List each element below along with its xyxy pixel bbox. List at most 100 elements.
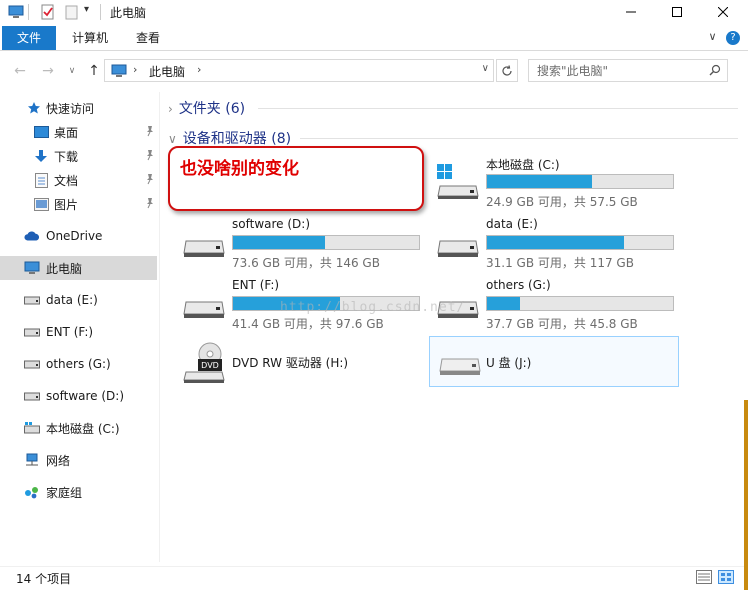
sidebar-item-drive-e[interactable]: data (E:): [0, 288, 157, 312]
picture-icon: [33, 196, 49, 212]
up-button[interactable]: ↑: [84, 60, 104, 82]
chevron-right-icon[interactable]: ›: [133, 63, 137, 76]
group-divider: [300, 138, 738, 139]
computer-icon: [24, 260, 40, 276]
dvd-drive-icon: DVD: [182, 342, 226, 387]
computer-icon: [111, 64, 127, 81]
sidebar-item-pictures[interactable]: 图片: [0, 192, 157, 216]
address-bar[interactable]: › 此电脑 › ∨: [104, 59, 494, 82]
sidebar-item-label: 本地磁盘 (C:): [46, 421, 120, 436]
chevron-down-icon[interactable]: ∨: [482, 63, 489, 74]
pin-icon[interactable]: [145, 197, 155, 212]
refresh-button[interactable]: [496, 59, 518, 82]
pin-icon[interactable]: [145, 173, 155, 188]
properties-icon[interactable]: [40, 4, 56, 20]
sidebar-item-label: software (D:): [46, 389, 124, 403]
capacity-fill: [233, 236, 326, 249]
capacity-bar: [486, 235, 674, 250]
drive-e[interactable]: data (E:) 31.1 GB 可用，共 117 GB: [424, 217, 674, 270]
search-icon[interactable]: [709, 64, 721, 79]
drive-status: 41.4 GB 可用，共 97.6 GB: [232, 317, 384, 331]
ribbon-tabs: 文件 计算机 查看 ∨ ?: [0, 26, 748, 51]
recent-locations-button[interactable]: ∨: [62, 60, 82, 82]
tab-view[interactable]: 查看: [124, 26, 172, 50]
computer-icon: [8, 4, 24, 20]
sidebar-item-this-pc[interactable]: 此电脑: [0, 256, 157, 280]
drive-icon: [24, 356, 40, 372]
navigation-pane: 快速访问 桌面 下载 文档 图片 OneDrive 此电脑 data (E:) …: [0, 92, 160, 562]
pin-icon[interactable]: [145, 149, 155, 164]
search-input[interactable]: [529, 60, 699, 81]
drive-name: U 盘 (J:): [486, 356, 532, 370]
customize-toolbar-icon[interactable]: ▾: [84, 4, 100, 20]
capacity-fill: [487, 175, 593, 188]
ribbon-controls: ∨ ?: [708, 30, 740, 45]
sidebar-item-label: others (G:): [46, 357, 111, 371]
capacity-fill: [487, 297, 520, 310]
group-header-folders[interactable]: › 文件夹 (6): [168, 98, 245, 118]
chevron-right-icon[interactable]: ›: [197, 63, 201, 76]
drive-h-dvd[interactable]: DVD DVD RW 驱动器 (H:): [170, 342, 420, 394]
drive-c[interactable]: 本地磁盘 (C:) 24.9 GB 可用，共 57.5 GB: [424, 156, 674, 209]
sidebar-item-drive-d[interactable]: software (D:): [0, 384, 157, 408]
chevron-right-icon[interactable]: ›: [168, 102, 173, 116]
sidebar-item-label: 文档: [54, 173, 79, 188]
drive-d[interactable]: software (D:) 73.6 GB 可用，共 146 GB: [170, 217, 420, 270]
help-icon[interactable]: ?: [726, 31, 740, 45]
usb-drive-icon: [438, 353, 482, 382]
item-count: 14 个项目: [16, 572, 72, 586]
sidebar-item-documents[interactable]: 文档: [0, 168, 157, 192]
new-folder-icon[interactable]: [64, 4, 80, 20]
sidebar-item-onedrive[interactable]: OneDrive: [0, 224, 157, 248]
windows-drive-icon: [436, 164, 480, 203]
minimize-button[interactable]: [608, 0, 654, 24]
group-divider: [258, 108, 738, 109]
group-header-devices[interactable]: ∨ 设备和驱动器 (8): [168, 128, 291, 148]
cloud-icon: [24, 228, 40, 244]
refresh-icon: [502, 64, 512, 76]
sidebar-item-drive-f[interactable]: ENT (F:): [0, 320, 157, 344]
pane-divider[interactable]: [159, 92, 160, 562]
forward-button[interactable]: →: [38, 60, 58, 82]
sidebar-item-label: ENT (F:): [46, 325, 94, 339]
sidebar-item-drive-g[interactable]: others (G:): [0, 352, 157, 376]
close-button[interactable]: [700, 0, 746, 24]
capacity-bar: [486, 174, 674, 189]
divider: [28, 4, 29, 20]
download-icon: [33, 148, 49, 164]
sidebar-item-label: data (E:): [46, 293, 98, 307]
back-button[interactable]: ←: [10, 60, 30, 82]
sidebar-item-homegroup[interactable]: 家庭组: [0, 480, 157, 504]
window-title: 此电脑: [110, 6, 147, 20]
drive-name: 本地磁盘 (C:): [486, 158, 560, 172]
search-box[interactable]: [528, 59, 728, 82]
watermark: http://blog.csdn.net/: [280, 300, 466, 315]
chevron-down-icon[interactable]: ∨: [168, 132, 177, 146]
details-view-icon[interactable]: [696, 570, 712, 586]
expand-ribbon-icon[interactable]: ∨: [708, 30, 716, 43]
pin-icon[interactable]: [145, 125, 155, 140]
sidebar-item-label: 桌面: [54, 125, 79, 140]
drive-name: software (D:): [232, 217, 310, 231]
large-icons-view-icon[interactable]: [718, 570, 734, 586]
sidebar-item-label: 下载: [54, 149, 79, 164]
sidebar-item-label: 网络: [46, 453, 71, 468]
drive-status: 31.1 GB 可用，共 117 GB: [486, 256, 634, 270]
network-icon: [24, 452, 40, 468]
sidebar-item-drive-c[interactable]: 本地磁盘 (C:): [0, 416, 157, 440]
drive-status: 24.9 GB 可用，共 57.5 GB: [486, 195, 638, 209]
drive-j-usb[interactable]: U 盘 (J:): [429, 336, 679, 387]
divider: [100, 4, 101, 20]
drive-icon: [436, 235, 480, 264]
sidebar-item-downloads[interactable]: 下载: [0, 144, 157, 168]
sidebar-item-desktop[interactable]: 桌面: [0, 120, 157, 144]
drive-icon: [24, 388, 40, 404]
drive-icon: [24, 292, 40, 308]
tab-computer[interactable]: 计算机: [60, 26, 120, 50]
sidebar-item-network[interactable]: 网络: [0, 448, 157, 472]
tab-file[interactable]: 文件: [2, 26, 56, 50]
drive-icon: [182, 235, 226, 264]
breadcrumb[interactable]: 此电脑: [149, 63, 185, 80]
maximize-button[interactable]: [654, 0, 700, 24]
sidebar-item-quick-access[interactable]: 快速访问: [0, 96, 157, 120]
